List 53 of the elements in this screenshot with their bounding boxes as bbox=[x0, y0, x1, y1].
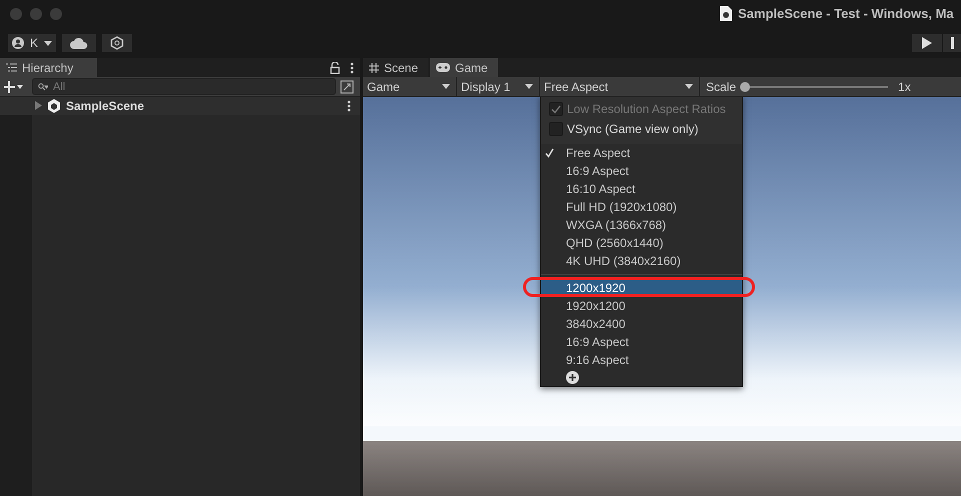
caret-icon bbox=[525, 84, 533, 89]
pause-icon bbox=[951, 37, 955, 49]
option-checkbox[interactable]: VSync (Game view only) bbox=[549, 119, 742, 139]
aspect-option[interactable]: 16:9 Aspect bbox=[541, 162, 742, 180]
aspect-option[interactable]: QHD (2560x1440) bbox=[541, 234, 742, 252]
more-icon[interactable] bbox=[350, 62, 354, 74]
account-button[interactable]: K bbox=[8, 34, 56, 52]
aspect-option[interactable]: 1920x1200 bbox=[541, 297, 742, 315]
scale-reading: 1x bbox=[898, 80, 911, 94]
play-icon bbox=[922, 37, 932, 49]
check-icon bbox=[551, 104, 561, 114]
mode-dropdown[interactable]: Game bbox=[363, 77, 457, 96]
play-button[interactable] bbox=[912, 34, 942, 52]
document-icon bbox=[720, 6, 732, 21]
grid-icon bbox=[369, 62, 379, 72]
cloud-button[interactable] bbox=[62, 34, 96, 52]
aspect-option[interactable]: Free Aspect bbox=[541, 144, 742, 162]
aspect-option[interactable]: 9:16 Aspect bbox=[541, 351, 742, 369]
list-icon bbox=[6, 63, 17, 72]
plus-icon bbox=[4, 80, 24, 92]
view-tab[interactable]: Game bbox=[430, 58, 498, 77]
scale-label: Scale bbox=[706, 80, 736, 94]
more-icon[interactable] bbox=[347, 100, 351, 112]
hexagon-icon bbox=[110, 36, 124, 50]
user-icon bbox=[12, 37, 24, 49]
caret-icon bbox=[685, 84, 693, 89]
cloud-icon bbox=[70, 37, 88, 49]
scene-icon bbox=[47, 99, 61, 113]
aspect-option[interactable]: WXGA (1366x768) bbox=[541, 216, 742, 234]
display-dropdown[interactable]: Display 1 bbox=[457, 77, 540, 96]
hierarchy-tab[interactable]: Hierarchy bbox=[0, 58, 98, 77]
scene-row[interactable]: SampleScene bbox=[0, 97, 360, 115]
window-title: SampleScene - Test - Windows, Ma bbox=[738, 6, 954, 21]
caret-icon bbox=[44, 40, 52, 46]
pause-button[interactable] bbox=[943, 34, 961, 52]
check-icon bbox=[545, 148, 554, 158]
expand-icon[interactable] bbox=[340, 80, 354, 94]
aspect-option[interactable]: 4K UHD (3840x2160) bbox=[541, 252, 742, 270]
caret-icon bbox=[442, 84, 450, 89]
lock-icon[interactable] bbox=[330, 62, 340, 74]
search-field[interactable]: All bbox=[32, 78, 336, 95]
search-icon bbox=[38, 83, 48, 91]
package-button[interactable] bbox=[102, 34, 132, 52]
aspect-option[interactable]: Full HD (1920x1080) bbox=[541, 198, 742, 216]
fold-icon[interactable] bbox=[34, 101, 42, 110]
view-tab[interactable]: Scene bbox=[363, 58, 428, 77]
aspect-dropdown[interactable]: Free Aspect bbox=[540, 77, 700, 96]
aspect-option[interactable]: 3840x2400 bbox=[541, 315, 742, 333]
aspect-option[interactable]: 16:10 Aspect bbox=[541, 180, 742, 198]
add-icon[interactable] bbox=[566, 371, 579, 384]
add-button[interactable] bbox=[4, 80, 24, 92]
aspect-option[interactable]: 16:9 Aspect bbox=[541, 333, 742, 351]
gamepad-icon bbox=[436, 63, 450, 72]
